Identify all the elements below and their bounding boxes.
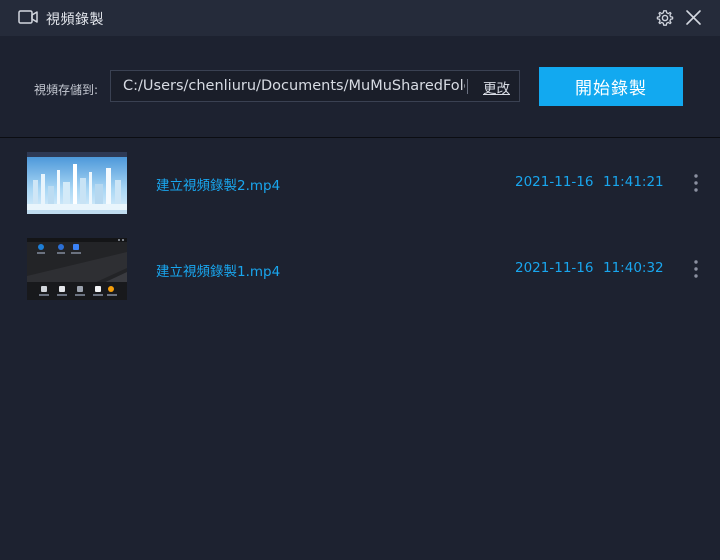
recording-item[interactable]: 建立視頻錄製2.mp4 2021-11-16 11:41:21	[0, 152, 720, 218]
more-options-icon[interactable]	[690, 259, 702, 279]
recording-item[interactable]: 建立視頻錄製1.mp4 2021-11-16 11:40:32	[0, 238, 720, 304]
storage-path-row: 視頻存儲到: 更改 開始錄製	[0, 36, 720, 138]
storage-path-field: 更改	[110, 70, 520, 102]
recording-date: 2021-11-16	[515, 174, 594, 190]
recording-date: 2021-11-16	[515, 260, 594, 276]
path-divider	[467, 79, 468, 94]
video-camera-icon	[18, 10, 38, 24]
gear-icon[interactable]	[656, 9, 674, 27]
storage-path-input[interactable]	[123, 71, 465, 101]
window-title: 視頻錄製	[46, 12, 104, 28]
video-thumbnail[interactable]	[27, 152, 127, 214]
more-options-icon[interactable]	[690, 173, 702, 193]
android-desktop-thumbnail-image	[27, 238, 127, 300]
recording-time: 11:40:32	[603, 260, 664, 276]
change-path-button[interactable]: 更改	[483, 77, 510, 97]
close-icon[interactable]	[685, 9, 702, 26]
city-skyline-thumbnail-image	[27, 152, 127, 214]
start-recording-button[interactable]: 開始錄製	[539, 67, 683, 106]
video-thumbnail[interactable]	[27, 238, 127, 300]
storage-path-label: 視頻存儲到:	[34, 83, 99, 97]
title-bar: 視頻錄製	[0, 0, 720, 36]
recording-filename[interactable]: 建立視頻錄製2.mp4	[156, 174, 280, 194]
recording-time: 11:41:21	[603, 174, 664, 190]
recording-filename[interactable]: 建立視頻錄製1.mp4	[156, 260, 280, 280]
